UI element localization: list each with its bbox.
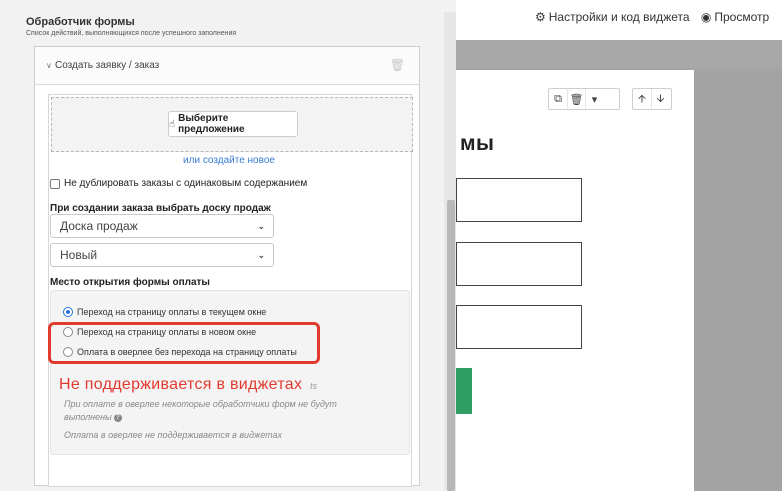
submit-button[interactable] bbox=[456, 368, 472, 414]
overlay-note: При оплате в оверлее некоторые обработчи… bbox=[64, 398, 354, 424]
form-field-2[interactable] bbox=[456, 242, 582, 286]
chevron-down-icon: ⌄ bbox=[257, 221, 265, 231]
no-duplicates-row[interactable]: Не дублировать заказы с одинаковым содер… bbox=[50, 178, 307, 189]
payment-option-label: Переход на страницу оплаты в текущем окн… bbox=[77, 307, 267, 317]
form-field-1[interactable] bbox=[456, 178, 582, 222]
highlight-frame bbox=[48, 322, 320, 364]
scrollbar-thumb[interactable] bbox=[447, 200, 455, 491]
block-tools: ⧉ 🗑 ▾ bbox=[548, 88, 620, 110]
arrow-up-icon[interactable]: 🡩 bbox=[633, 89, 651, 109]
no-duplicates-checkbox[interactable] bbox=[50, 178, 60, 189]
stage-select-value: Новый bbox=[60, 248, 98, 262]
settings-link[interactable]: ⚙ Настройки и код виджета bbox=[535, 10, 690, 24]
board-label: При создании заказа выбрать доску продаж bbox=[50, 203, 271, 214]
question-icon[interactable]: ? bbox=[113, 413, 122, 422]
top-links: ⚙ Настройки и код виджета ◉ Просмотр bbox=[535, 10, 769, 24]
board-select[interactable]: Доска продаж ⌄ bbox=[50, 214, 274, 238]
form-title: мы bbox=[460, 132, 495, 155]
annotation-text: Не поддерживается в виджетах bbox=[59, 376, 303, 393]
note-partial-text: ts bbox=[310, 381, 318, 391]
settings-label: Настройки и код виджета bbox=[548, 10, 690, 24]
no-duplicates-label: Не дублировать заказы с одинаковым содер… bbox=[64, 178, 308, 189]
payment-option-current-window[interactable]: Переход на страницу оплаты в текущем окн… bbox=[63, 307, 266, 317]
canvas-strip bbox=[456, 40, 782, 68]
gear-icon: ⚙ bbox=[535, 10, 546, 24]
stage-select[interactable]: Новый ⌄ bbox=[50, 243, 274, 267]
radio-selected[interactable] bbox=[63, 307, 73, 317]
board-select-value: Доска продаж bbox=[60, 219, 138, 233]
form-field-3[interactable] bbox=[456, 305, 582, 349]
preview-label: Просмотр bbox=[714, 10, 770, 24]
create-new-link[interactable]: или создайте новое bbox=[47, 155, 411, 166]
overlay-note-text: При оплате в оверлее некоторые обработчи… bbox=[64, 399, 337, 422]
payment-location-label: Место открытия формы оплаты bbox=[50, 277, 210, 288]
panel-title: Обработчик формы bbox=[26, 16, 135, 28]
trash-icon[interactable]: 🗑 bbox=[567, 89, 585, 109]
preview-link[interactable]: ◉ Просмотр bbox=[701, 10, 769, 24]
dropdown-caret-icon[interactable]: ▾ bbox=[585, 89, 603, 109]
widget-note: Оплата в оверлее не поддерживается в вид… bbox=[64, 430, 282, 440]
copy-icon[interactable]: ⧉ bbox=[549, 89, 567, 109]
chevron-down-icon: ⌄ bbox=[257, 250, 265, 260]
canvas-margin bbox=[694, 70, 782, 491]
panel-subtitle: Список действий, выполняющихся после усп… bbox=[26, 30, 237, 37]
arrow-down-icon[interactable]: 🡫 bbox=[651, 89, 669, 109]
eye-icon: ◉ bbox=[700, 10, 712, 24]
move-tools: 🡩 🡫 bbox=[632, 88, 672, 110]
